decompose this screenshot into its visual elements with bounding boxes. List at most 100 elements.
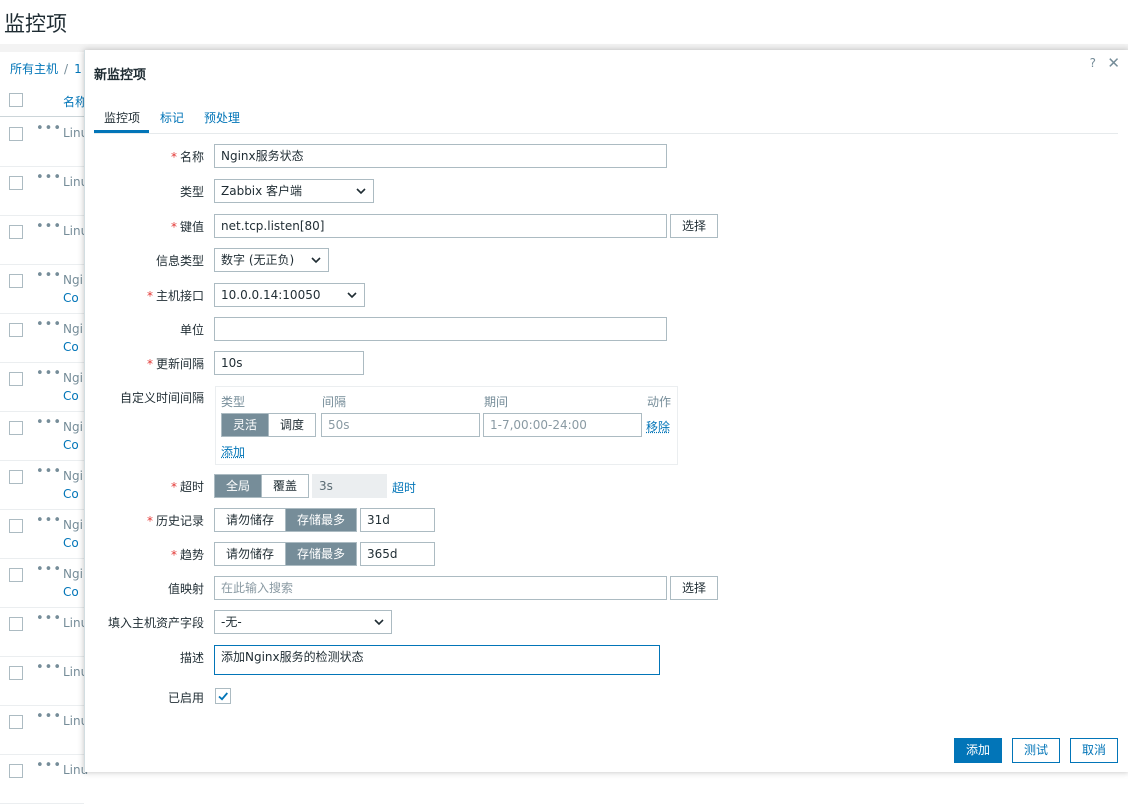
row-menu-icon[interactable]: ••• [36,513,62,528]
cti-flexible-option[interactable]: 灵活 [222,414,269,436]
cti-scheduling-option[interactable]: 调度 [268,414,316,436]
key-input[interactable]: net.tcp.listen[80] [214,214,667,238]
trends-do-not-store-option[interactable]: 请勿储存 [215,543,286,565]
interface-select[interactable]: 10.0.0.14:10050 [214,283,365,307]
cancel-button[interactable]: 取消 [1070,738,1118,763]
table-row: ••• Ngi Co [0,558,84,608]
inventory-label: 填入主机资产字段 [107,616,204,630]
row-checkbox[interactable] [9,274,23,288]
interface-label: * 主机接口 [146,289,204,303]
row-subname[interactable]: Co [63,487,79,501]
update-interval-input[interactable]: 10s [214,351,364,375]
trends-store-up-to-option[interactable]: 存储最多 [285,543,357,565]
row-subname[interactable]: Co [63,585,79,599]
table-row: ••• Linu [0,607,88,657]
row-menu-icon[interactable]: ••• [36,121,62,136]
trends-input[interactable]: 365d [360,542,435,566]
row-menu-icon[interactable]: ••• [36,170,62,185]
row-name[interactable]: Ngi [63,273,83,287]
cti-period-header: 期间 [484,395,509,409]
enabled-checkbox[interactable] [215,688,231,704]
name-label: * 名称 [170,150,204,164]
table-row: ••• Linu [0,166,88,216]
row-name[interactable]: Ngi [63,469,83,483]
help-icon[interactable]: ? [1090,56,1096,70]
timeout-override-option[interactable]: 覆盖 [261,475,309,497]
checkmark-icon [218,692,228,701]
row-subname[interactable]: Co [63,291,79,305]
row-menu-icon[interactable]: ••• [36,562,62,577]
trends-toggle: 请勿储存 存储最多 [214,542,358,566]
cti-add-link[interactable]: 添加 [221,443,245,460]
dialog-title: 新监控项 [94,68,147,83]
row-checkbox[interactable] [9,666,23,680]
history-store-up-to-option[interactable]: 存储最多 [285,509,357,531]
row-checkbox[interactable] [9,127,23,141]
tab-tags[interactable]: 标记 [160,109,184,126]
valuemap-search-input[interactable]: 在此输入搜索 [214,576,667,600]
key-select-button[interactable]: 选择 [670,214,718,238]
breadcrumb-host[interactable]: 1 [74,62,82,76]
add-button[interactable]: 添加 [954,738,1002,763]
breadcrumb-all-hosts[interactable]: 所有主机 [10,62,58,76]
table-row: ••• Ngi Co [0,362,84,412]
row-checkbox[interactable] [9,715,23,729]
row-name[interactable]: Ngi [63,371,83,385]
inventory-select[interactable]: -无- [214,610,392,634]
history-do-not-store-option[interactable]: 请勿储存 [215,509,286,531]
cti-interval-input[interactable]: 50s [321,413,480,437]
table-row: ••• Linu [0,117,88,167]
row-checkbox[interactable] [9,323,23,337]
row-name[interactable]: Ngi [63,518,83,532]
row-name[interactable]: Ngi [63,322,83,336]
row-menu-icon[interactable]: ••• [36,660,62,675]
tab-preprocessing[interactable]: 预处理 [204,109,240,126]
timeout-link[interactable]: 超时 [392,479,416,496]
info-type-select[interactable]: 数字 (无正负) [214,248,329,272]
row-checkbox[interactable] [9,617,23,631]
close-icon[interactable]: ✕ [1107,54,1120,72]
row-checkbox[interactable] [9,372,23,386]
type-select[interactable]: Zabbix 客户端 [214,179,374,203]
row-menu-icon[interactable]: ••• [36,758,62,773]
timeout-toggle: 全局 覆盖 [214,474,310,498]
timeout-global-option[interactable]: 全局 [215,475,262,497]
row-checkbox[interactable] [9,568,23,582]
row-checkbox[interactable] [9,176,23,190]
row-checkbox[interactable] [9,225,23,239]
row-menu-icon[interactable]: ••• [36,611,62,626]
row-checkbox[interactable] [9,421,23,435]
row-name[interactable]: Ngi [63,420,83,434]
custom-intervals-label: 自定义时间间隔 [119,391,204,405]
row-subname[interactable]: Co [63,340,79,354]
row-name[interactable]: Ngi [63,567,83,581]
test-button[interactable]: 测试 [1012,738,1060,763]
units-input[interactable] [214,317,667,341]
history-input[interactable]: 31d [360,508,435,532]
row-menu-icon[interactable]: ••• [36,268,62,283]
cti-remove-link[interactable]: 移除 [646,418,670,435]
custom-intervals-table: 类型 间隔 期间 动作 灵活 调度 50s 1-7,00:00-24:00 移除… [215,386,678,465]
row-subname[interactable]: Co [63,389,79,403]
row-menu-icon[interactable]: ••• [36,317,62,332]
row-checkbox[interactable] [9,470,23,484]
tab-item[interactable]: 监控项 [104,109,140,126]
row-menu-icon[interactable]: ••• [36,219,62,234]
row-checkbox[interactable] [9,764,23,778]
description-textarea[interactable]: 添加Nginx服务的检测状态 [214,645,660,675]
row-menu-icon[interactable]: ••• [36,709,62,724]
row-checkbox[interactable] [9,519,23,533]
name-input[interactable]: Nginx服务状态 [214,144,667,168]
description-label: 描述 [179,651,204,665]
valuemap-select-button[interactable]: 选择 [670,576,718,600]
row-menu-icon[interactable]: ••• [36,464,62,479]
table-row: ••• Linu [0,754,88,804]
row-menu-icon[interactable]: ••• [36,366,62,381]
row-subname[interactable]: Co [63,536,79,550]
select-all-checkbox[interactable] [9,93,23,107]
key-label: * 键值 [170,220,204,234]
enabled-label: 已启用 [167,691,204,705]
row-subname[interactable]: Co [63,438,79,452]
row-menu-icon[interactable]: ••• [36,415,62,430]
cti-period-input[interactable]: 1-7,00:00-24:00 [483,413,642,437]
